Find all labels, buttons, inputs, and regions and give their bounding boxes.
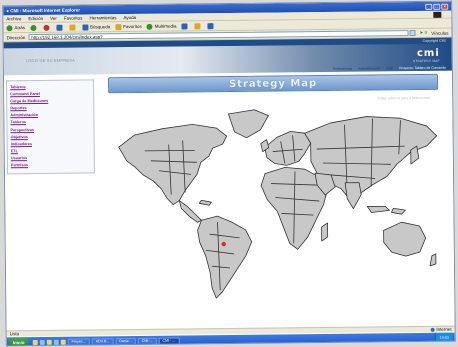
back-arrow-icon xyxy=(6,24,13,31)
home-icon xyxy=(68,24,76,31)
nav-administracion[interactable]: Administración xyxy=(358,66,380,70)
sidebar: Tableros Command Panel Carga de Medicion… xyxy=(4,75,99,330)
europe xyxy=(264,130,312,166)
history-icon xyxy=(181,22,188,29)
links-button[interactable]: Vínculos xyxy=(431,30,448,35)
north-america xyxy=(118,123,228,205)
menu-archivo[interactable]: Archivo xyxy=(6,16,21,21)
greenland xyxy=(227,109,269,139)
taskbar-item-danie[interactable]: Danie... xyxy=(115,337,136,345)
start-button[interactable]: Inicio xyxy=(8,338,29,347)
address-label: Dirección xyxy=(6,34,26,40)
mail-button[interactable] xyxy=(194,22,202,29)
sidebar-menu: Tableros Command Panel Carga de Medicion… xyxy=(6,79,95,175)
taskbar-item-cmi-2[interactable]: CMI - ... xyxy=(158,337,180,345)
menu-herramientas[interactable]: Herramientas xyxy=(89,15,116,20)
star-icon xyxy=(115,23,122,30)
address-dropdown-button[interactable] xyxy=(409,30,416,37)
cmi-logo-subtitle: STRATEGY MAP xyxy=(412,58,440,64)
clock: 19:53 xyxy=(439,335,449,340)
window-title: CMI - Microsoft Internet Explorer xyxy=(10,7,81,14)
forward-arrow-icon xyxy=(29,24,37,31)
stop-button[interactable] xyxy=(42,24,51,31)
madagascar xyxy=(321,222,329,242)
refresh-icon xyxy=(55,24,63,31)
search-icon xyxy=(81,23,89,31)
system-tray: 19:53 xyxy=(434,332,453,343)
quicklaunch-word-icon[interactable] xyxy=(53,339,59,345)
home-button[interactable] xyxy=(68,24,77,31)
favorites-button[interactable]: Favoritos xyxy=(115,23,142,30)
menu-edicion[interactable]: Edición xyxy=(28,16,43,21)
maximize-button[interactable]: □ xyxy=(433,3,441,10)
globe-icon xyxy=(430,327,435,332)
app-header: Copyright CMI LOGO DE SU EMPRESA cmi STR… xyxy=(3,37,452,76)
india xyxy=(344,182,362,210)
world-map[interactable] xyxy=(104,102,446,306)
quicklaunch-outlook-icon[interactable] xyxy=(46,339,52,345)
stop-icon xyxy=(42,24,50,31)
go-button[interactable]: ➤ Ir xyxy=(419,30,427,36)
quicklaunch-desktop-icon[interactable] xyxy=(39,339,45,345)
central-america xyxy=(178,200,202,223)
company-logo: LOGO DE SU EMPRESA xyxy=(25,57,76,64)
windows-logo-icon xyxy=(433,11,442,18)
status-text: Listo xyxy=(9,331,20,337)
taskbar-item-cmi-1[interactable]: CMI-... xyxy=(137,337,157,345)
nav-salir[interactable]: Salir xyxy=(386,66,393,70)
main-pane: Strategy Map Pulse sobre el país a selec… xyxy=(96,72,455,330)
cmi-logo: cmi xyxy=(416,47,440,60)
browser-window: ● CMI - Microsoft Internet Explorer _ □ … xyxy=(2,0,456,347)
printer-icon xyxy=(207,22,214,29)
print-button[interactable] xyxy=(207,22,215,29)
taskbar-item-proyecto[interactable]: Proyec... xyxy=(67,337,90,346)
caribbean xyxy=(198,199,212,206)
quicklaunch-excel-icon[interactable] xyxy=(60,339,66,345)
page-title: Strategy Map xyxy=(228,77,318,90)
new-zealand xyxy=(429,253,437,267)
history-button[interactable] xyxy=(181,22,189,29)
refresh-button[interactable] xyxy=(55,24,64,31)
indonesia xyxy=(366,205,406,215)
menu-favoritos[interactable]: Favoritos xyxy=(64,16,83,21)
nav-proyecto[interactable]: Proyecto: Tablero de Comando xyxy=(399,66,446,70)
multimedia-button[interactable]: Multimedia xyxy=(146,23,177,30)
back-button[interactable]: Atrás xyxy=(6,24,25,31)
strategy-map-header: Strategy Map xyxy=(107,73,439,94)
sidebar-item-permisos[interactable]: Permisos xyxy=(11,161,91,169)
world-map-svg[interactable] xyxy=(104,102,446,306)
map-instruction: Pulse sobre el país a seleccionar xyxy=(377,95,431,101)
australia xyxy=(383,221,427,257)
menu-ayuda[interactable]: Ayuda xyxy=(123,15,136,20)
search-button[interactable]: Búsqueda xyxy=(81,23,110,31)
security-zone: Internet xyxy=(430,327,452,332)
nav-preferencias[interactable]: Preferencias xyxy=(333,67,352,71)
media-icon xyxy=(146,23,153,30)
header-info-text: Copyright CMI xyxy=(422,38,446,43)
forward-button[interactable] xyxy=(29,24,38,31)
quicklaunch-ie-icon[interactable] xyxy=(32,339,38,345)
close-button[interactable]: × xyxy=(441,3,449,10)
page-content: Tableros Command Panel Carga de Medicion… xyxy=(3,71,455,331)
menu-ver[interactable]: Ver xyxy=(50,16,57,21)
taskbar-item-adv[interactable]: ADV.R... xyxy=(91,337,114,345)
south-america xyxy=(197,215,253,299)
minimize-button[interactable]: _ xyxy=(425,3,433,10)
header-nav: Preferencias Administración Salir Proyec… xyxy=(333,66,446,71)
mail-icon xyxy=(194,22,201,29)
